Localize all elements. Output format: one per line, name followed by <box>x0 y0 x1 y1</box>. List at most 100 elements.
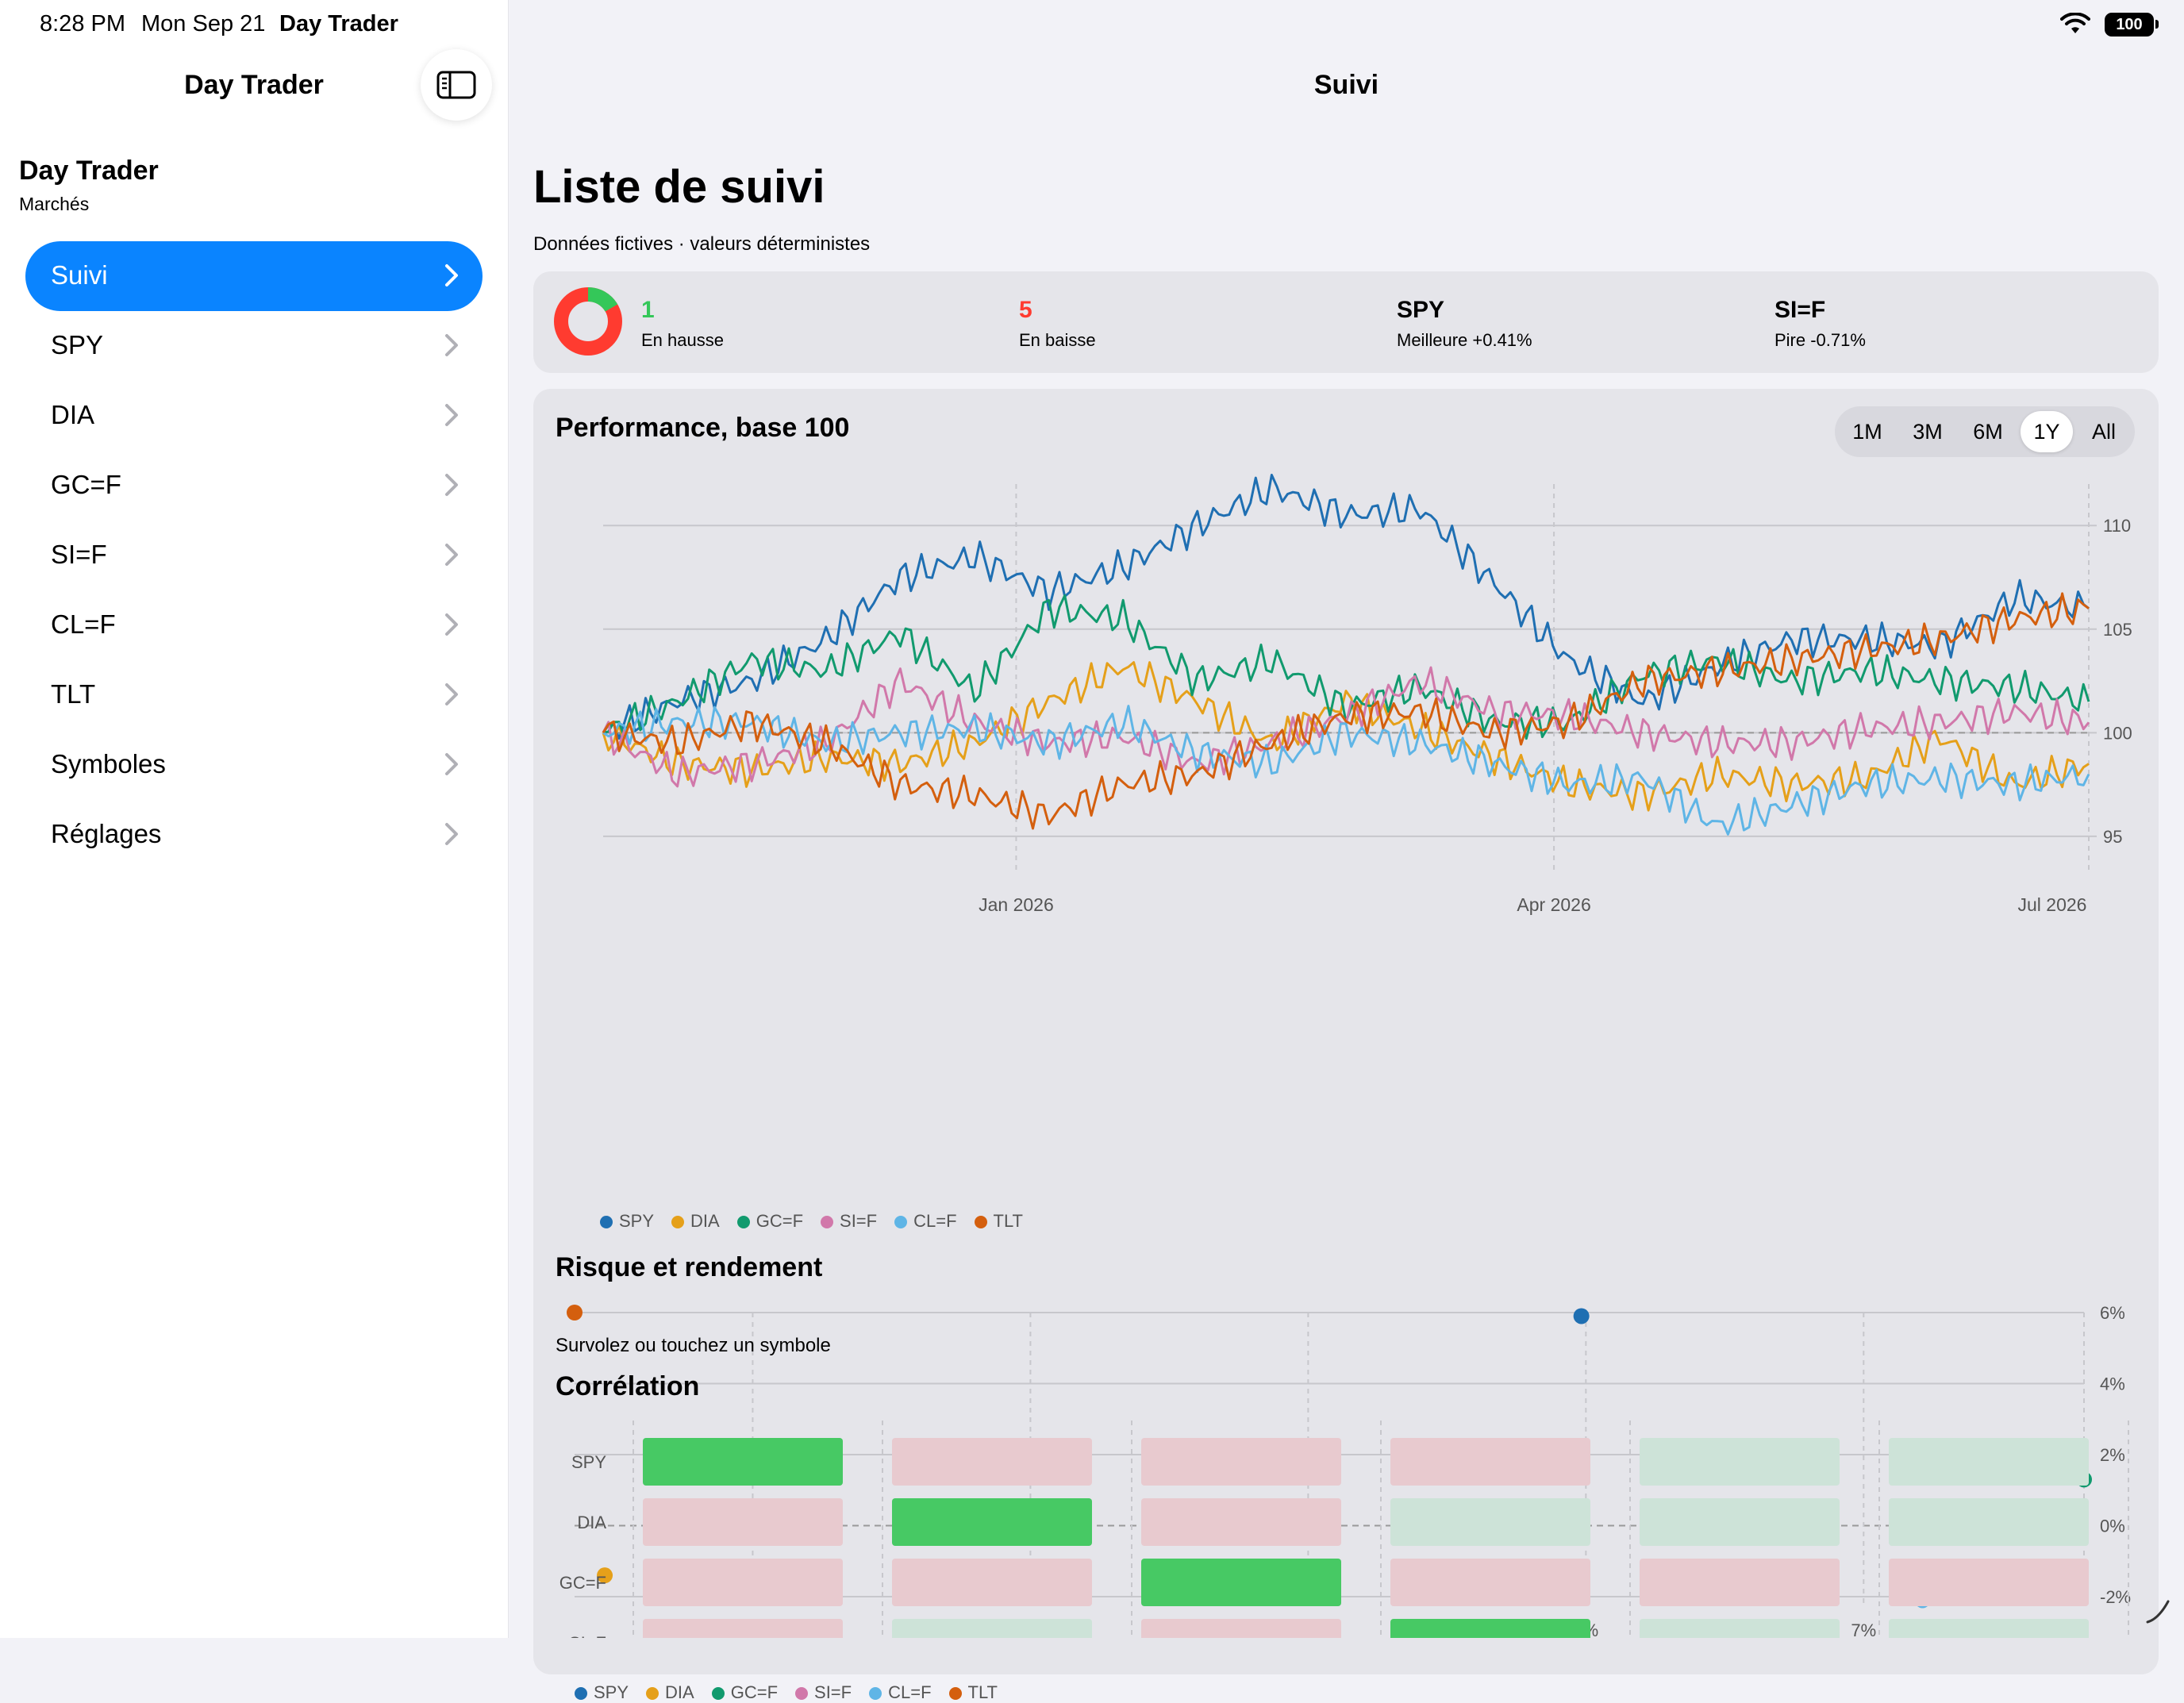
legend-dot <box>600 1216 613 1229</box>
sidebar-item-label: TLT <box>51 679 96 709</box>
status-date: Mon Sep 21 <box>141 11 266 37</box>
sidebar-item-gcf[interactable]: GC=F <box>25 451 483 521</box>
heatmap-cell <box>643 1438 843 1486</box>
legend-label: CL=F <box>888 1682 932 1702</box>
heatmap-cell <box>892 1559 1092 1606</box>
legend-label: TLT <box>993 1211 1023 1231</box>
sidebar-item-spy[interactable]: SPY <box>25 311 483 381</box>
sidebar-item-dia[interactable]: DIA <box>25 381 483 451</box>
sidebar-icon <box>436 71 476 99</box>
status-time: 8:28 PM <box>40 11 125 37</box>
legend-item: TLT <box>948 1682 998 1702</box>
chevron-right-icon <box>445 264 458 286</box>
sidebar-section-subtitle: Marchés <box>19 194 90 214</box>
status-app-name: Day Trader <box>279 11 398 37</box>
heatmap-cell <box>1141 1498 1341 1546</box>
heatmap-cell <box>1141 1559 1341 1606</box>
legend-item: GC=F <box>736 1211 804 1231</box>
correlation-title: Corrélation <box>556 1371 700 1401</box>
sidebar-item-symboles[interactable]: Symboles <box>25 730 483 800</box>
heatmap-cell <box>892 1438 1092 1486</box>
legend-dot <box>575 1687 587 1701</box>
heatmap-cell <box>1640 1438 1840 1486</box>
range-1y[interactable]: 1Y <box>2021 411 2073 452</box>
worst-label: Pire -0.71% <box>1774 330 1866 350</box>
legend-label: DIA <box>665 1682 694 1702</box>
performance-line-chart[interactable]: 95 100 105 110 Jan 2026 Apr 2026 Jul 2026 <box>533 460 2159 1222</box>
y-tick-label: 4% <box>2100 1374 2125 1394</box>
y-tick-label: 100 <box>2103 723 2132 743</box>
heatmap-cell <box>1390 1619 1590 1638</box>
legend-dot <box>974 1216 987 1229</box>
scatter-point-tlt <box>567 1305 583 1320</box>
best-symbol: SPY <box>1397 297 1445 323</box>
stat-up: 1 En hausse <box>641 297 724 351</box>
page-title: Liste de suivi <box>533 161 825 213</box>
legend-item: DIA <box>671 1211 720 1231</box>
heatmap-cell <box>643 1619 843 1638</box>
up-down-donut <box>554 287 622 356</box>
range-all[interactable]: All <box>2078 411 2130 452</box>
legend-item: SI=F <box>821 1211 877 1231</box>
sidebar-section-title: Day Trader <box>19 156 159 186</box>
heatmap-cell <box>1640 1559 1840 1606</box>
x-tick-label: Jul 2026 <box>2018 894 2087 915</box>
chevron-right-icon <box>445 474 458 496</box>
sidebar-item-label: Réglages <box>51 819 162 848</box>
sidebar-item-label: SPY <box>51 330 104 359</box>
heatmap-cell <box>1390 1559 1590 1606</box>
best-label: Meilleure +0.41% <box>1397 330 1532 350</box>
sidebar-item-label: Symboles <box>51 749 166 778</box>
resize-handle-icon <box>2146 1600 2170 1624</box>
legend-dot <box>671 1216 685 1229</box>
scatter-point-spy <box>1573 1308 1590 1324</box>
range-1m[interactable]: 1M <box>1841 411 1894 452</box>
status-bar: 8:28 PM Mon Sep 21 Day Trader 100 <box>0 0 2184 51</box>
legend-dot <box>736 1216 750 1229</box>
legend-item: DIA <box>646 1682 694 1702</box>
toggle-sidebar-button[interactable] <box>421 49 492 121</box>
stat-best: SPY Meilleure +0.41% <box>1397 297 1532 351</box>
performance-legend: SPY DIA GC=F SI=F CL=F TLT <box>600 1211 1040 1232</box>
sidebar-item-label: DIA <box>51 400 95 429</box>
legend-dot <box>711 1687 725 1701</box>
sidebar-item-suivi[interactable]: Suivi <box>25 241 483 311</box>
legend-dot <box>948 1687 962 1701</box>
legend-label: SPY <box>594 1682 629 1702</box>
legend-label: GC=F <box>730 1682 779 1702</box>
range-3m[interactable]: 3M <box>1901 411 1954 452</box>
row-label: GC=F <box>559 1573 606 1593</box>
stat-down: 5 En baisse <box>1019 297 1096 351</box>
sidebar-item-reglages[interactable]: Réglages <box>25 800 483 870</box>
series-line-spy <box>602 474 2090 740</box>
y-tick-label: 110 <box>2103 516 2131 536</box>
legend-dot <box>821 1216 834 1229</box>
legend-dot <box>646 1687 659 1701</box>
heatmap-cell <box>1390 1438 1590 1486</box>
risk-title: Risque et rendement <box>556 1252 823 1282</box>
legend-dot <box>894 1216 908 1229</box>
sidebar-item-sif[interactable]: SI=F <box>25 521 483 590</box>
heatmap-cell <box>1889 1559 2089 1606</box>
x-tick-label: Apr 2026 <box>1517 894 1590 915</box>
page-subtitle: Données fictives · valeurs déterministes <box>533 233 871 255</box>
range-6m[interactable]: 6M <box>1962 411 2014 452</box>
correlation-heatmap[interactable]: SPY DIA GC=F SI=F <box>533 1420 2159 1638</box>
risk-legend: SPY DIA GC=F SI=F CL=F TLT <box>575 1682 1015 1703</box>
legend-item: SPY <box>575 1682 629 1702</box>
series-line-gcf <box>602 594 2090 740</box>
down-count: 5 <box>1019 297 1032 323</box>
main-nav-title: Suivi <box>1313 70 1379 100</box>
sidebar-item-clf[interactable]: CL=F <box>25 590 483 660</box>
row-label: SPY <box>571 1452 606 1472</box>
legend-dot <box>795 1687 809 1701</box>
legend-label: GC=F <box>756 1211 804 1231</box>
sidebar-item-tlt[interactable]: TLT <box>25 660 483 730</box>
chevron-right-icon <box>445 753 458 775</box>
heatmap-cell <box>892 1619 1092 1638</box>
heatmap-cell <box>1640 1619 1840 1638</box>
legend-dot <box>869 1687 882 1701</box>
heatmap-cell <box>1141 1438 1341 1486</box>
legend-item: GC=F <box>711 1682 779 1702</box>
sidebar-item-label: SI=F <box>51 540 107 569</box>
